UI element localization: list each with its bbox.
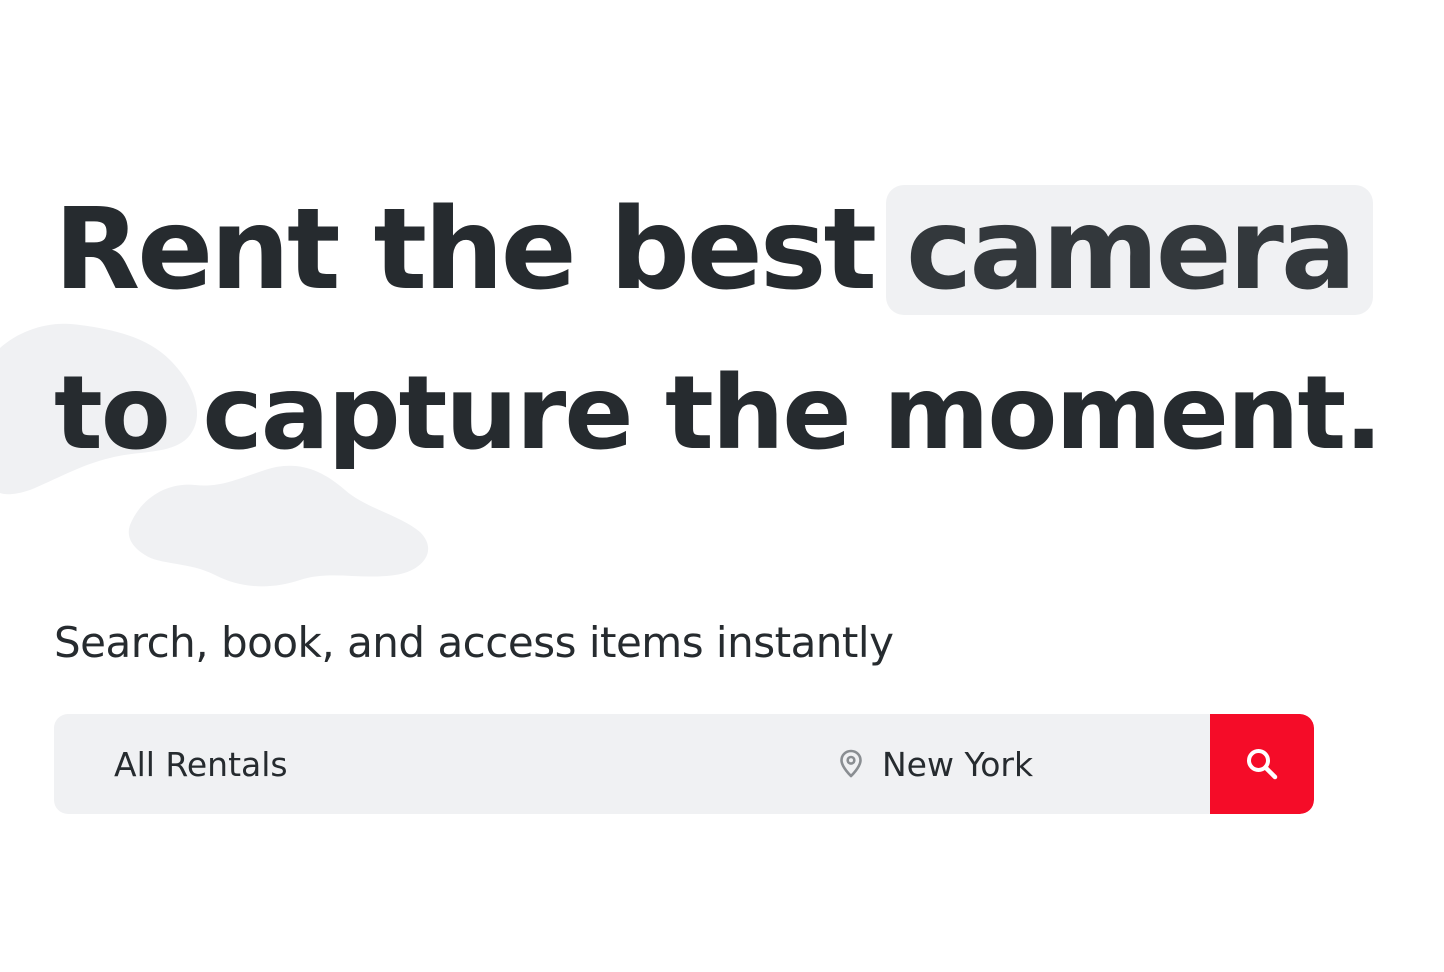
hero-headline: Rent the best camera to capture the momen… — [54, 168, 1383, 496]
map-pin-icon — [838, 749, 864, 779]
location-input[interactable]: New York — [838, 714, 1210, 814]
headline-text: Rent the best — [54, 185, 877, 315]
headline-line-2: to capture the moment. — [54, 354, 1383, 473]
category-select[interactable]: All Rentals — [54, 714, 838, 814]
location-value: New York — [882, 744, 1034, 784]
headline-highlight-word: camera — [886, 185, 1374, 315]
hero-section: Rent the best camera to capture the momen… — [0, 0, 1444, 972]
category-value: All Rentals — [114, 744, 288, 784]
search-button[interactable] — [1210, 714, 1314, 814]
hero-subtitle: Search, book, and access items instantly — [54, 618, 894, 667]
search-bar: All Rentals New York — [54, 714, 1314, 814]
search-icon — [1244, 746, 1280, 782]
headline-line-1: Rent the best camera — [54, 168, 1381, 332]
